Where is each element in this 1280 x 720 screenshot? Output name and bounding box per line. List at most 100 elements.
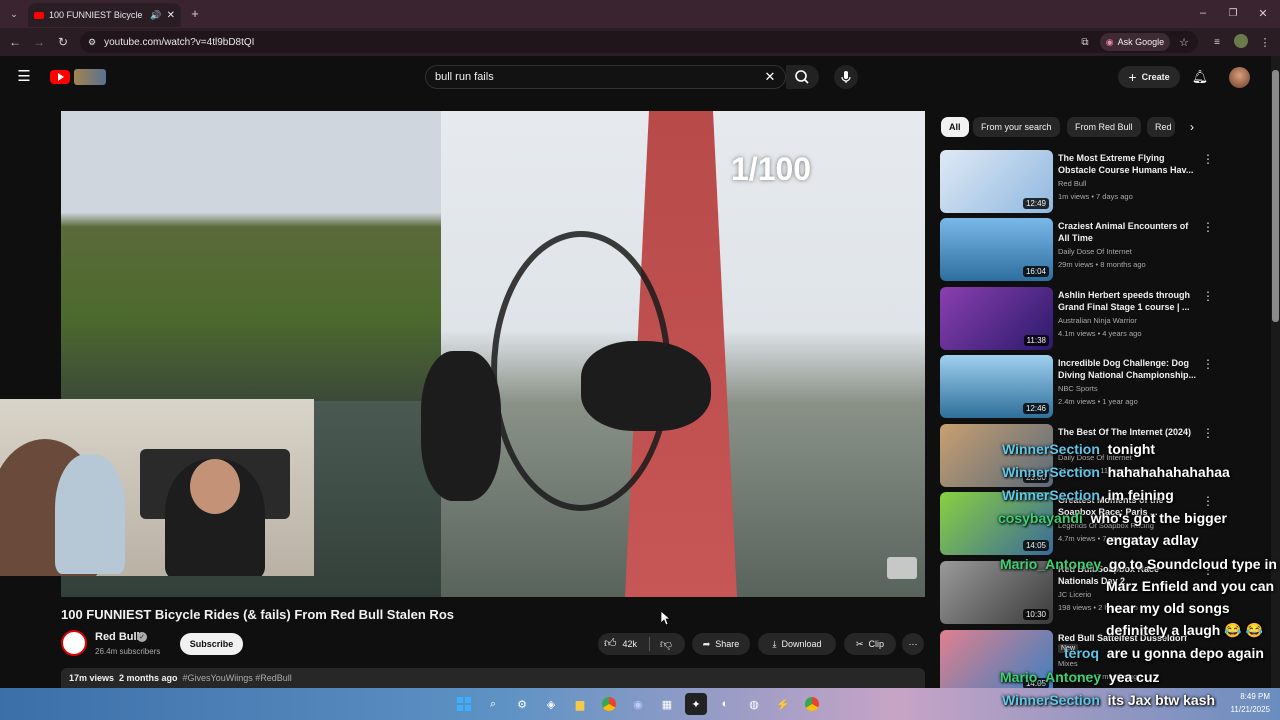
- app-icon-2[interactable]: ◐: [714, 693, 736, 715]
- doodle-icon: [74, 69, 106, 85]
- subscribe-button[interactable]: Subscribe: [180, 633, 243, 655]
- chat-username: WinnerSection: [1002, 692, 1100, 708]
- window-close-icon[interactable]: ✕: [1256, 6, 1270, 20]
- microphone-icon: [841, 71, 851, 83]
- chevron-right-icon[interactable]: ›: [1184, 119, 1200, 135]
- rec-menu-icon[interactable]: ⋮: [1202, 357, 1214, 371]
- recommendation-item[interactable]: 16:04 Craziest Animal Encounters of All …: [940, 218, 1265, 281]
- settings-gear-icon[interactable]: ⚙: [511, 693, 533, 715]
- recommendation-item[interactable]: 12:46 Incredible Dog Challenge: Dog Divi…: [940, 355, 1265, 418]
- hamburger-menu-icon[interactable]: ☰: [16, 68, 32, 85]
- thumbs-up-icon: 👍︎: [604, 636, 617, 650]
- bookmark-star-icon[interactable]: ☆: [1177, 35, 1191, 49]
- url-text[interactable]: youtube.com/watch?v=4tl9bD8tQI: [104, 37, 254, 48]
- app-icon[interactable]: ▦: [656, 693, 678, 715]
- rec-menu-icon[interactable]: ⋮: [1202, 494, 1214, 508]
- chat-message: definitely a laugh 😂 😂: [1106, 622, 1263, 638]
- chat-message: hahahahahahahaa: [1107, 464, 1230, 480]
- search-button[interactable]: [786, 65, 819, 89]
- more-actions-icon[interactable]: ⋯: [902, 633, 924, 655]
- hashtags[interactable]: #GivesYouWiings #RedBull: [183, 673, 292, 683]
- steam-icon[interactable]: ◈: [540, 693, 562, 715]
- omnibox[interactable]: ⚙ youtube.com/watch?v=4tl9bD8tQI: [80, 31, 1198, 53]
- thumbs-down-icon[interactable]: 👎︎: [658, 636, 674, 652]
- chat-username: Mario_Antoney: [1000, 669, 1102, 685]
- chat-line: WinnerSection im feining: [1002, 487, 1174, 503]
- ask-google-button[interactable]: ◉ Ask Google: [1100, 33, 1170, 51]
- google-lens-icon: ◉: [1105, 36, 1114, 47]
- chat-line: teroq are u gonna depo again: [1064, 645, 1264, 661]
- maximize-icon[interactable]: ❐: [1226, 6, 1240, 20]
- chip-from-red-bull[interactable]: From Red Bull: [1067, 117, 1141, 137]
- app-icon-3[interactable]: ◍: [743, 693, 765, 715]
- cast-icon[interactable]: ⧉: [1078, 35, 1092, 49]
- taskbar-search-icon[interactable]: ⌕: [482, 693, 504, 715]
- mouse-cursor-icon: [661, 611, 671, 625]
- chat-username: Mario_Antoney: [1000, 556, 1102, 572]
- clock-date[interactable]: 11/21/2025: [1222, 705, 1270, 714]
- chat-message: engatay adlay: [1106, 532, 1199, 548]
- chat-message: im feining: [1107, 487, 1174, 503]
- speaker-icon[interactable]: 🔊: [150, 10, 161, 21]
- like-divider: [649, 637, 650, 651]
- search-input[interactable]: bull run fails: [425, 65, 786, 89]
- rec-thumbnail: 11:38: [940, 287, 1053, 350]
- rec-duration: 10:30: [1022, 609, 1049, 620]
- reading-list-icon[interactable]: ≡: [1210, 35, 1224, 49]
- rec-menu-icon[interactable]: ⋮: [1202, 152, 1214, 166]
- description-box[interactable]: 17m views 2 months ago #GivesYouWiings #…: [61, 668, 925, 688]
- chat-message: hear my old songs: [1106, 600, 1230, 616]
- tab-list-icon[interactable]: ⌄: [6, 6, 22, 22]
- capcut-icon[interactable]: ✦: [685, 693, 707, 715]
- forward-icon[interactable]: →: [32, 35, 46, 49]
- chat-username: WinnerSection: [1002, 487, 1100, 503]
- windows-start-icon[interactable]: [453, 693, 475, 715]
- streamer-webcam: [0, 399, 314, 576]
- rec-meta: 4.1m views • 4 years ago: [1058, 329, 1142, 338]
- share-button[interactable]: ➦ Share: [692, 633, 750, 655]
- notifications-bell-icon[interactable]: 🔔︎: [1192, 68, 1209, 86]
- rec-menu-icon[interactable]: ⋮: [1202, 426, 1214, 440]
- reload-icon[interactable]: ↻: [56, 35, 70, 49]
- rider: [581, 341, 711, 431]
- chip-red[interactable]: Red: [1147, 117, 1175, 137]
- rec-menu-icon[interactable]: ⋮: [1202, 220, 1214, 234]
- search-icon: [795, 70, 809, 84]
- back-icon[interactable]: ←: [8, 35, 22, 49]
- create-button[interactable]: + Create: [1118, 66, 1180, 88]
- chip-all[interactable]: All: [941, 117, 969, 137]
- like-button[interactable]: 👍︎ 42k: [604, 636, 637, 651]
- chat-username: cosybayandi: [998, 510, 1083, 526]
- clear-search-icon[interactable]: ✕: [763, 69, 777, 85]
- rec-thumbnail: 12:49: [940, 150, 1053, 213]
- channel-avatar[interactable]: [61, 630, 87, 656]
- file-explorer-icon[interactable]: ▆: [569, 693, 591, 715]
- verified-icon: ✓: [137, 632, 147, 642]
- chip-from-your-search[interactable]: From your search: [973, 117, 1060, 137]
- view-count: 17m views: [69, 673, 115, 683]
- chrome-icon[interactable]: [598, 693, 620, 715]
- tab-close-icon[interactable]: ✕: [167, 10, 175, 21]
- account-avatar[interactable]: [1229, 67, 1250, 88]
- new-tab-icon[interactable]: +: [188, 6, 202, 21]
- download-icon: ⤓: [772, 638, 777, 649]
- discord-icon[interactable]: ◉: [627, 693, 649, 715]
- app-icon-4[interactable]: ⚡: [772, 693, 794, 715]
- browser-menu-icon[interactable]: ⋮: [1258, 35, 1272, 49]
- scrollbar-thumb[interactable]: [1272, 70, 1279, 322]
- channel-name[interactable]: Red Bull: [95, 631, 140, 643]
- voice-search-button[interactable]: [834, 65, 858, 89]
- clip-button[interactable]: ✂ Clip: [844, 633, 896, 655]
- chrome-icon-2[interactable]: [801, 693, 823, 715]
- profile-avatar[interactable]: [1234, 34, 1248, 48]
- site-info-icon[interactable]: ⚙: [88, 37, 96, 48]
- recommendation-item[interactable]: 11:38 Ashlin Herbert speeds through Gran…: [940, 287, 1265, 350]
- recommendation-item[interactable]: 12:49 The Most Extreme Flying Obstacle C…: [940, 150, 1265, 213]
- like-count: 42k: [622, 638, 638, 649]
- minimize-icon[interactable]: –: [1196, 6, 1210, 20]
- youtube-logo[interactable]: [50, 69, 108, 85]
- rec-menu-icon[interactable]: ⋮: [1202, 289, 1214, 303]
- download-button[interactable]: ⤓ Download: [758, 633, 836, 655]
- clock-time[interactable]: 8:49 PM: [1230, 692, 1270, 701]
- browser-tab[interactable]: 100 FUNNIEST Bicycle Rides 🔊 ✕: [28, 3, 181, 27]
